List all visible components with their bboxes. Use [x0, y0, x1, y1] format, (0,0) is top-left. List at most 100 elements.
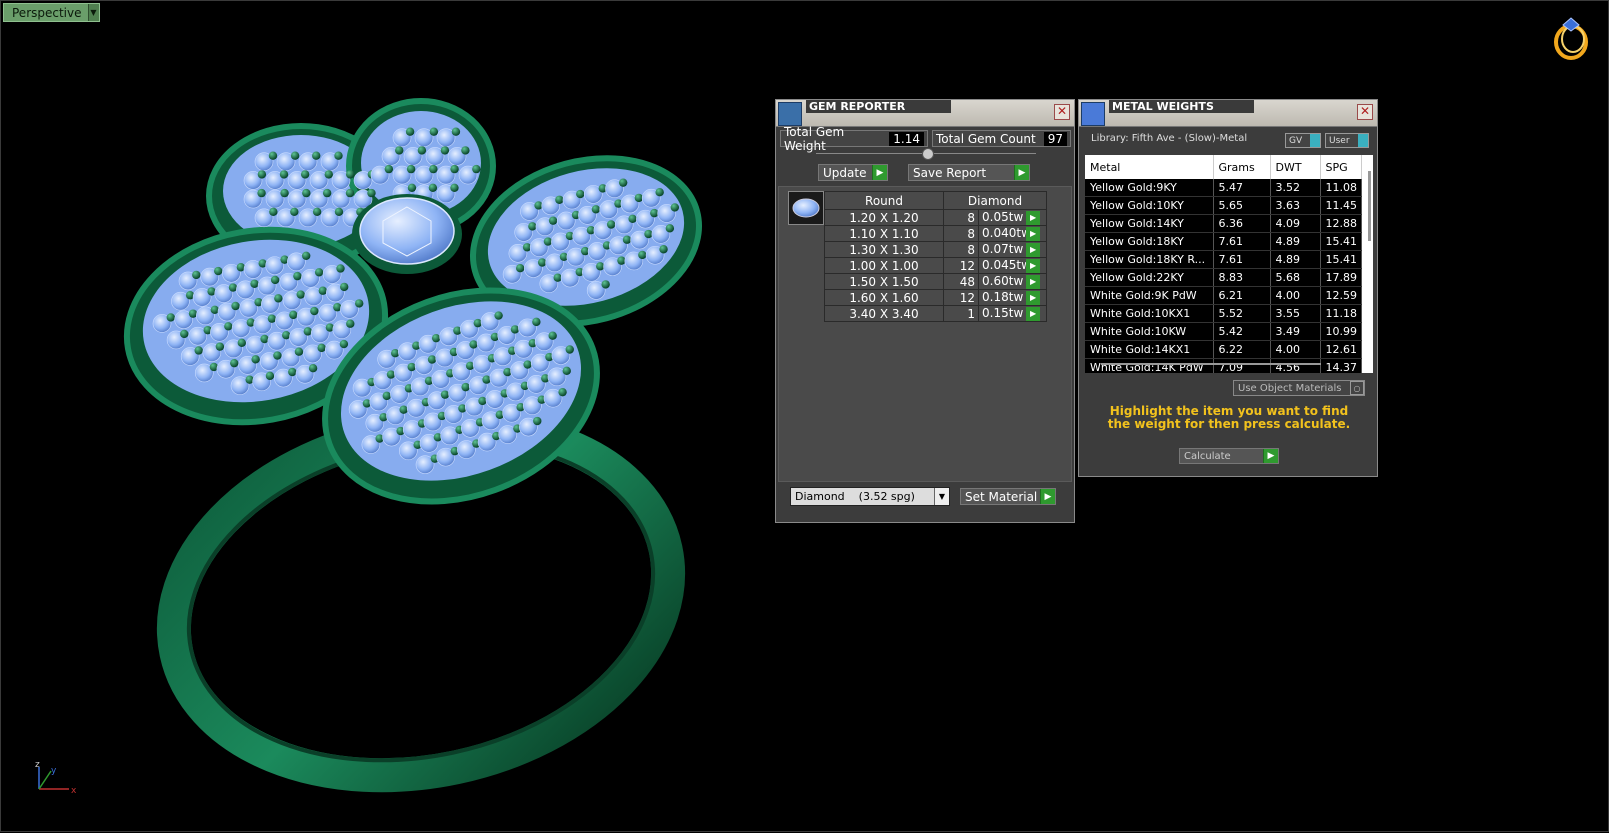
- metal-weights-titlebar[interactable]: METAL WEIGHTS ✕: [1079, 100, 1377, 127]
- metal-weights-panel: METAL WEIGHTS ✕ Library: Fifth Ave - (Sl…: [1078, 99, 1378, 477]
- slider-handle[interactable]: [922, 148, 934, 160]
- use-object-materials-toggle[interactable]: Use Object Materials ○: [1233, 380, 1365, 396]
- gem-size: 1.10 X 1.10: [824, 225, 944, 242]
- metal-column-header[interactable]: DWT: [1270, 155, 1321, 179]
- metal-dwt: 4.00: [1270, 340, 1321, 359]
- play-icon[interactable]: ▶: [1026, 274, 1041, 289]
- play-icon: ▶: [872, 165, 887, 180]
- gem-list-area: Round Diamond 1.20 X 1.20 8 0.05tw ▶ 1.10 X …: [778, 186, 1072, 482]
- close-icon[interactable]: ✕: [1357, 104, 1373, 120]
- gv-label: GV: [1289, 135, 1303, 146]
- metal-table-body: Yellow Gold:9KY 5.47 3.52 11.08 Yellow Gold:…: [1085, 179, 1362, 373]
- prong: [345, 188, 355, 198]
- metal-spg: 14.37: [1320, 358, 1362, 373]
- metal-list[interactable]: Metal Grams DWT SPG Yellow Gold:9KY 5.47 3.52…: [1085, 155, 1373, 373]
- gem-weight-cell: 0.040tw▶: [978, 225, 1047, 242]
- gem-count: 1: [942, 305, 980, 322]
- close-icon[interactable]: ✕: [1054, 104, 1070, 120]
- prong: [516, 263, 525, 273]
- gv-toggle[interactable]: GV: [1285, 133, 1321, 148]
- metal-column-header[interactable]: Metal: [1085, 155, 1214, 179]
- gem-row[interactable]: 1.00 X 1.00 12 0.045tw▶: [824, 257, 1047, 274]
- gem-weight: 0.15tw: [982, 306, 1024, 321]
- prong: [251, 355, 260, 364]
- prong: [417, 146, 427, 155]
- prong: [591, 205, 601, 214]
- prong: [461, 382, 470, 392]
- gem-weight: 0.045tw: [982, 258, 1031, 273]
- gem-table: Round Diamond 1.20 X 1.20 8 0.05tw ▶ 1.10 X …: [824, 191, 1047, 322]
- gem-weight: 0.040tw: [982, 226, 1031, 241]
- user-label: User: [1329, 135, 1350, 146]
- prong: [622, 235, 632, 244]
- gem-row[interactable]: 1.20 X 1.20 8 0.05tw ▶: [824, 209, 1047, 226]
- play-icon[interactable]: ▶: [1026, 210, 1041, 225]
- save-report-button[interactable]: Save Report ▶: [908, 164, 1030, 181]
- prong: [265, 371, 275, 381]
- metal-row[interactable]: Yellow Gold:18KY R... 7.61 4.89 15.41: [1085, 250, 1362, 269]
- material-select[interactable]: Diamond (3.52 spg) ▼: [790, 487, 950, 506]
- metal-row[interactable]: Yellow Gold:18KY 7.61 4.89 15.41: [1085, 232, 1362, 251]
- prong: [440, 146, 450, 155]
- user-toggle[interactable]: User: [1325, 133, 1369, 148]
- metal-row[interactable]: White Gold:10KW 5.42 3.49 10.99: [1085, 322, 1362, 341]
- metal-row[interactable]: White Gold:9K PdW 6.21 4.00 12.59: [1085, 286, 1362, 305]
- prong: [294, 347, 304, 356]
- ring-model[interactable]: [1, 1, 761, 833]
- prong: [399, 405, 408, 414]
- metal-row[interactable]: White Gold:10KX1 5.52 3.55 11.18: [1085, 304, 1362, 323]
- prong: [340, 282, 349, 292]
- gem-reporter-titlebar[interactable]: GEM REPORTER ✕: [776, 100, 1074, 127]
- prong: [314, 268, 324, 277]
- metal-metal: White Gold:9K PdW: [1085, 286, 1214, 305]
- metal-spg: 15.41: [1320, 250, 1362, 269]
- gem-row[interactable]: 1.30 X 1.30 8 0.07tw ▶: [824, 241, 1047, 258]
- metal-row[interactable]: White Gold:14KX1 6.22 4.00 12.61: [1085, 340, 1362, 359]
- gem-weight-cell: 0.60tw ▶: [978, 273, 1047, 290]
- gem-count: 8: [942, 225, 980, 242]
- prong: [301, 251, 311, 260]
- gem-row[interactable]: 1.60 X 1.60 12 0.18tw ▶: [824, 289, 1047, 306]
- metal-column-header[interactable]: SPG: [1320, 155, 1362, 179]
- svg-text:x: x: [71, 786, 77, 796]
- gem-row[interactable]: 3.40 X 3.40 1 0.15tw ▶: [824, 305, 1047, 322]
- prong: [601, 280, 610, 289]
- horizontal-scrollbar[interactable]: [1101, 363, 1321, 365]
- total-gem-weight-box: Total Gem Weight 1.14: [780, 125, 928, 153]
- vertical-scrollbar[interactable]: [1368, 171, 1371, 241]
- metal-grams: 7.09: [1213, 358, 1271, 373]
- metal-grams: 5.47: [1213, 179, 1271, 197]
- metal-dwt: 4.00: [1270, 286, 1321, 305]
- gem-row[interactable]: 1.10 X 1.10 8 0.040tw▶: [824, 225, 1047, 242]
- chevron-down-icon[interactable]: ▼: [934, 488, 949, 505]
- metal-row[interactable]: Yellow Gold:22KY 8.83 5.68 17.89: [1085, 268, 1362, 287]
- prong: [494, 311, 503, 320]
- prong: [308, 364, 318, 373]
- calculate-button[interactable]: Calculate ▶: [1179, 448, 1279, 464]
- gem-row[interactable]: 1.50 X 1.50 48 0.60tw ▶: [824, 273, 1047, 290]
- play-icon[interactable]: ▶: [1026, 306, 1041, 321]
- total-gem-weight-value: 1.14: [889, 131, 924, 146]
- metal-row[interactable]: Yellow Gold:10KY 5.65 3.63 11.45: [1085, 196, 1362, 215]
- play-icon[interactable]: ▶: [1026, 290, 1041, 305]
- 3d-viewport[interactable]: Perspective ▼ x z y GEM REPORTER ✕ Total…: [0, 0, 1609, 832]
- update-button[interactable]: Update ▶: [818, 164, 888, 181]
- gem-thumbnail[interactable]: [788, 191, 824, 225]
- metal-metal: White Gold:10KW: [1085, 322, 1214, 341]
- gem-count: 12: [942, 289, 980, 306]
- metal-table: Metal Grams DWT SPG Yellow Gold:9KY 5.47 3.52…: [1085, 155, 1362, 373]
- play-icon[interactable]: ▶: [1026, 242, 1041, 257]
- metal-grams: 6.22: [1213, 340, 1271, 359]
- metal-column-header[interactable]: Grams: [1213, 155, 1271, 179]
- prong: [188, 309, 198, 318]
- prong: [553, 273, 562, 282]
- play-icon[interactable]: ▶: [1026, 258, 1041, 273]
- prong: [407, 183, 417, 192]
- play-icon: ▶: [1040, 489, 1055, 504]
- play-icon[interactable]: ▶: [1026, 226, 1041, 241]
- metal-row[interactable]: Yellow Gold:9KY 5.47 3.52 11.08: [1085, 179, 1362, 197]
- metal-row[interactable]: White Gold:14K PdW 7.09 4.56 14.37: [1085, 358, 1362, 373]
- gem-weight-cell: 0.15tw ▶: [978, 305, 1047, 322]
- set-material-button[interactable]: Set Material ▶: [960, 488, 1056, 505]
- metal-row[interactable]: Yellow Gold:14KY 6.36 4.09 12.88: [1085, 214, 1362, 233]
